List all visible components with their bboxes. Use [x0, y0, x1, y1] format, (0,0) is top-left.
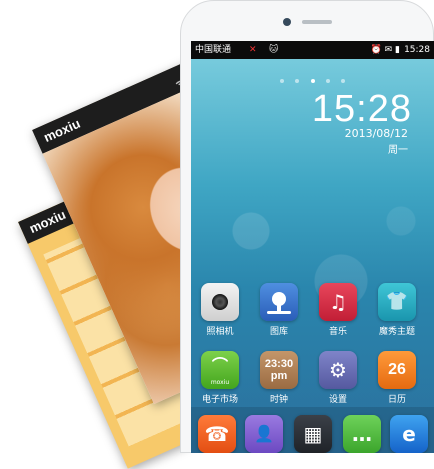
page-dot[interactable]: [295, 79, 300, 83]
dock-phone[interactable]: ☎: [191, 415, 243, 453]
weekday-label: 周一: [388, 145, 408, 156]
contacts-icon: 👤: [245, 415, 283, 453]
speaker-grille: [302, 20, 332, 24]
app-music[interactable]: ♫ 音乐: [312, 283, 364, 337]
page-dot[interactable]: [325, 79, 330, 83]
dock-sms[interactable]: …: [336, 415, 388, 453]
carrier-label: 中国联通: [195, 45, 232, 55]
clock-icon: 23:30 pm: [260, 351, 298, 389]
app-label: 图库: [269, 327, 288, 337]
app-settings[interactable]: ⚙ 设置: [312, 351, 364, 405]
dock-browser[interactable]: e: [383, 415, 434, 453]
app-theme[interactable]: 👕 魔秀主题: [371, 283, 423, 337]
page-indicator[interactable]: [191, 68, 434, 87]
app-label: 魔秀主题: [378, 327, 415, 337]
gear-icon: ⚙: [319, 351, 357, 389]
app-camera[interactable]: 照相机: [194, 283, 246, 337]
calendar-icon: 26: [378, 351, 416, 389]
app-label: 时钟: [269, 395, 288, 405]
app-gallery[interactable]: 图库: [253, 283, 305, 337]
music-icon: ♫: [319, 283, 357, 321]
dock-contacts[interactable]: 👤: [238, 415, 290, 453]
market-bag-icon: ⌒ moxiu: [201, 351, 239, 389]
home-screen: 中国联通 ✕ 🐱 ⏰ ✉ ▮ 15:28 15:28 2013/08/12 周一…: [191, 41, 434, 453]
app-label: 设置: [328, 395, 347, 405]
app-label: 音乐: [328, 327, 347, 337]
phone-icon: ☎: [198, 415, 236, 453]
camera-icon: [201, 283, 239, 321]
app-clock[interactable]: 23:30 pm 时钟: [253, 351, 305, 405]
status-bar: 中国联通 ✕ 🐱 ⏰ ✉ ▮ 15:28: [191, 41, 434, 59]
app-label: 照相机: [206, 327, 234, 337]
no-signal-icon: ✕: [249, 45, 257, 55]
status-time: 15:28: [404, 45, 430, 55]
gallery-icon: [260, 283, 298, 321]
grid-icon: ▦: [294, 415, 332, 453]
app-market[interactable]: ⌒ moxiu 电子市场: [194, 351, 246, 405]
browser-icon: e: [390, 415, 428, 453]
page-dot[interactable]: [280, 79, 285, 83]
app-label: 日历: [387, 395, 406, 405]
app-calendar[interactable]: 26 日历: [371, 351, 423, 405]
shirt-icon: 👕: [378, 283, 416, 321]
notification-icon: 🐱: [269, 45, 279, 55]
chat-bubble-icon: …: [343, 415, 381, 453]
clock-widget[interactable]: 15:28: [312, 89, 412, 129]
dock-app-drawer[interactable]: ▦: [287, 415, 339, 453]
page-dot[interactable]: [340, 79, 345, 83]
app-label: 电子市场: [201, 395, 238, 405]
status-icons: ⏰ ✉ ▮: [370, 45, 400, 55]
page-dot-active[interactable]: [310, 79, 315, 83]
front-camera-icon: [283, 18, 291, 26]
date-label: 2013/08/12: [344, 127, 408, 140]
